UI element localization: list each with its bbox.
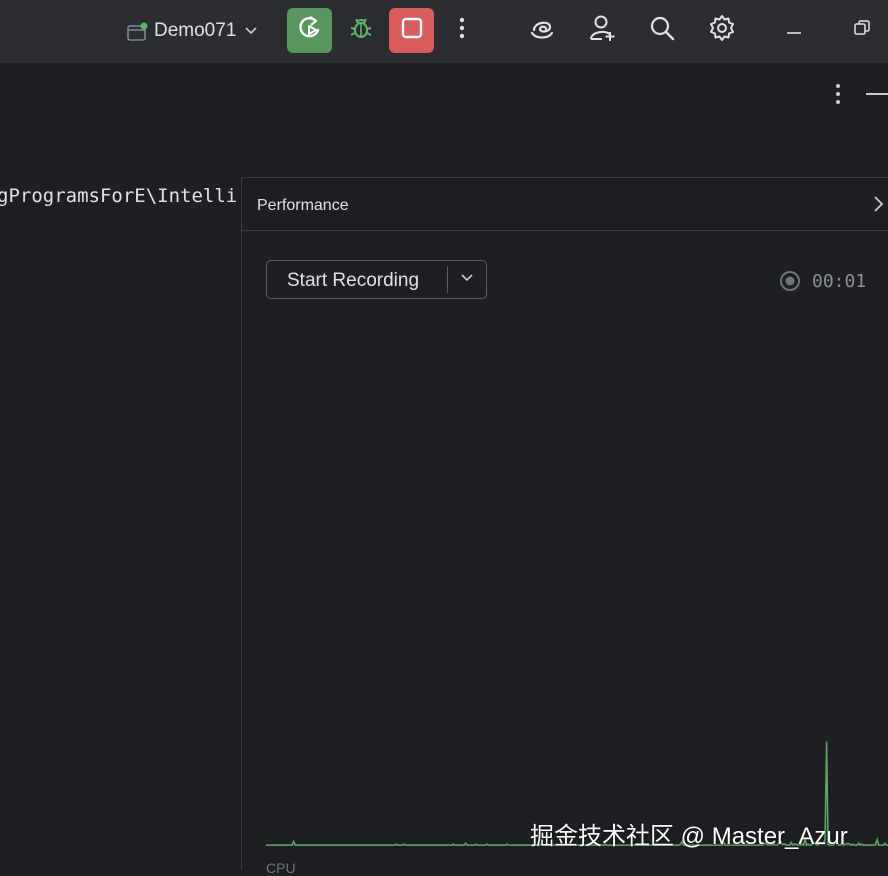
record-indicator-icon (779, 270, 801, 292)
recording-timer: 00:01 (812, 271, 867, 292)
restore-icon (854, 20, 870, 41)
minimize-icon (786, 22, 802, 40)
search-button[interactable] (640, 8, 684, 53)
chevron-right-icon[interactable] (871, 195, 885, 213)
start-recording-button[interactable]: Start Recording (287, 270, 419, 292)
debug-icon (347, 14, 375, 47)
more-actions-button[interactable] (442, 8, 482, 53)
more-vertical-icon (826, 84, 850, 112)
more-vertical-icon (459, 17, 465, 44)
settings-button[interactable] (700, 8, 744, 53)
add-user-button[interactable] (581, 8, 625, 53)
watermark: 掘金技术社区 @ Master_Azur (530, 823, 848, 850)
cpu-axis-label: CPU (266, 860, 296, 876)
editor-tab-strip (0, 63, 888, 177)
debug-button[interactable] (338, 8, 383, 53)
project-name: Demo071 (154, 20, 237, 41)
window-minimize-button[interactable] (772, 8, 816, 53)
pane-divider[interactable] (241, 177, 242, 870)
rerun-button[interactable] (287, 8, 332, 53)
stop-button[interactable] (389, 8, 434, 53)
chevron-down-icon (244, 20, 258, 42)
rerun-icon (296, 14, 324, 47)
add-user-icon (588, 13, 618, 48)
ai-assistant-icon (528, 14, 556, 47)
search-icon (648, 14, 676, 47)
editor-path-text: gProgramsForE\Intelli (0, 185, 238, 207)
recording-options-dropdown[interactable] (448, 261, 486, 297)
main-toolbar: Demo071 (0, 0, 888, 63)
header-divider (242, 230, 888, 231)
ai-assistant-button[interactable] (520, 8, 564, 53)
recording-control: Start Recording (266, 260, 487, 299)
gear-icon (708, 14, 736, 47)
editor-options-button[interactable] (826, 82, 850, 108)
hide-panel-button[interactable] (866, 93, 888, 95)
project-window-icon (126, 22, 148, 41)
performance-title: Performance (257, 197, 349, 214)
chevron-down-icon (460, 270, 474, 288)
window-restore-button[interactable] (840, 8, 884, 53)
stop-icon (400, 16, 424, 45)
performance-header: Performance (242, 178, 888, 230)
project-selector[interactable]: Demo071 (126, 13, 258, 49)
editor-pane (0, 177, 241, 870)
